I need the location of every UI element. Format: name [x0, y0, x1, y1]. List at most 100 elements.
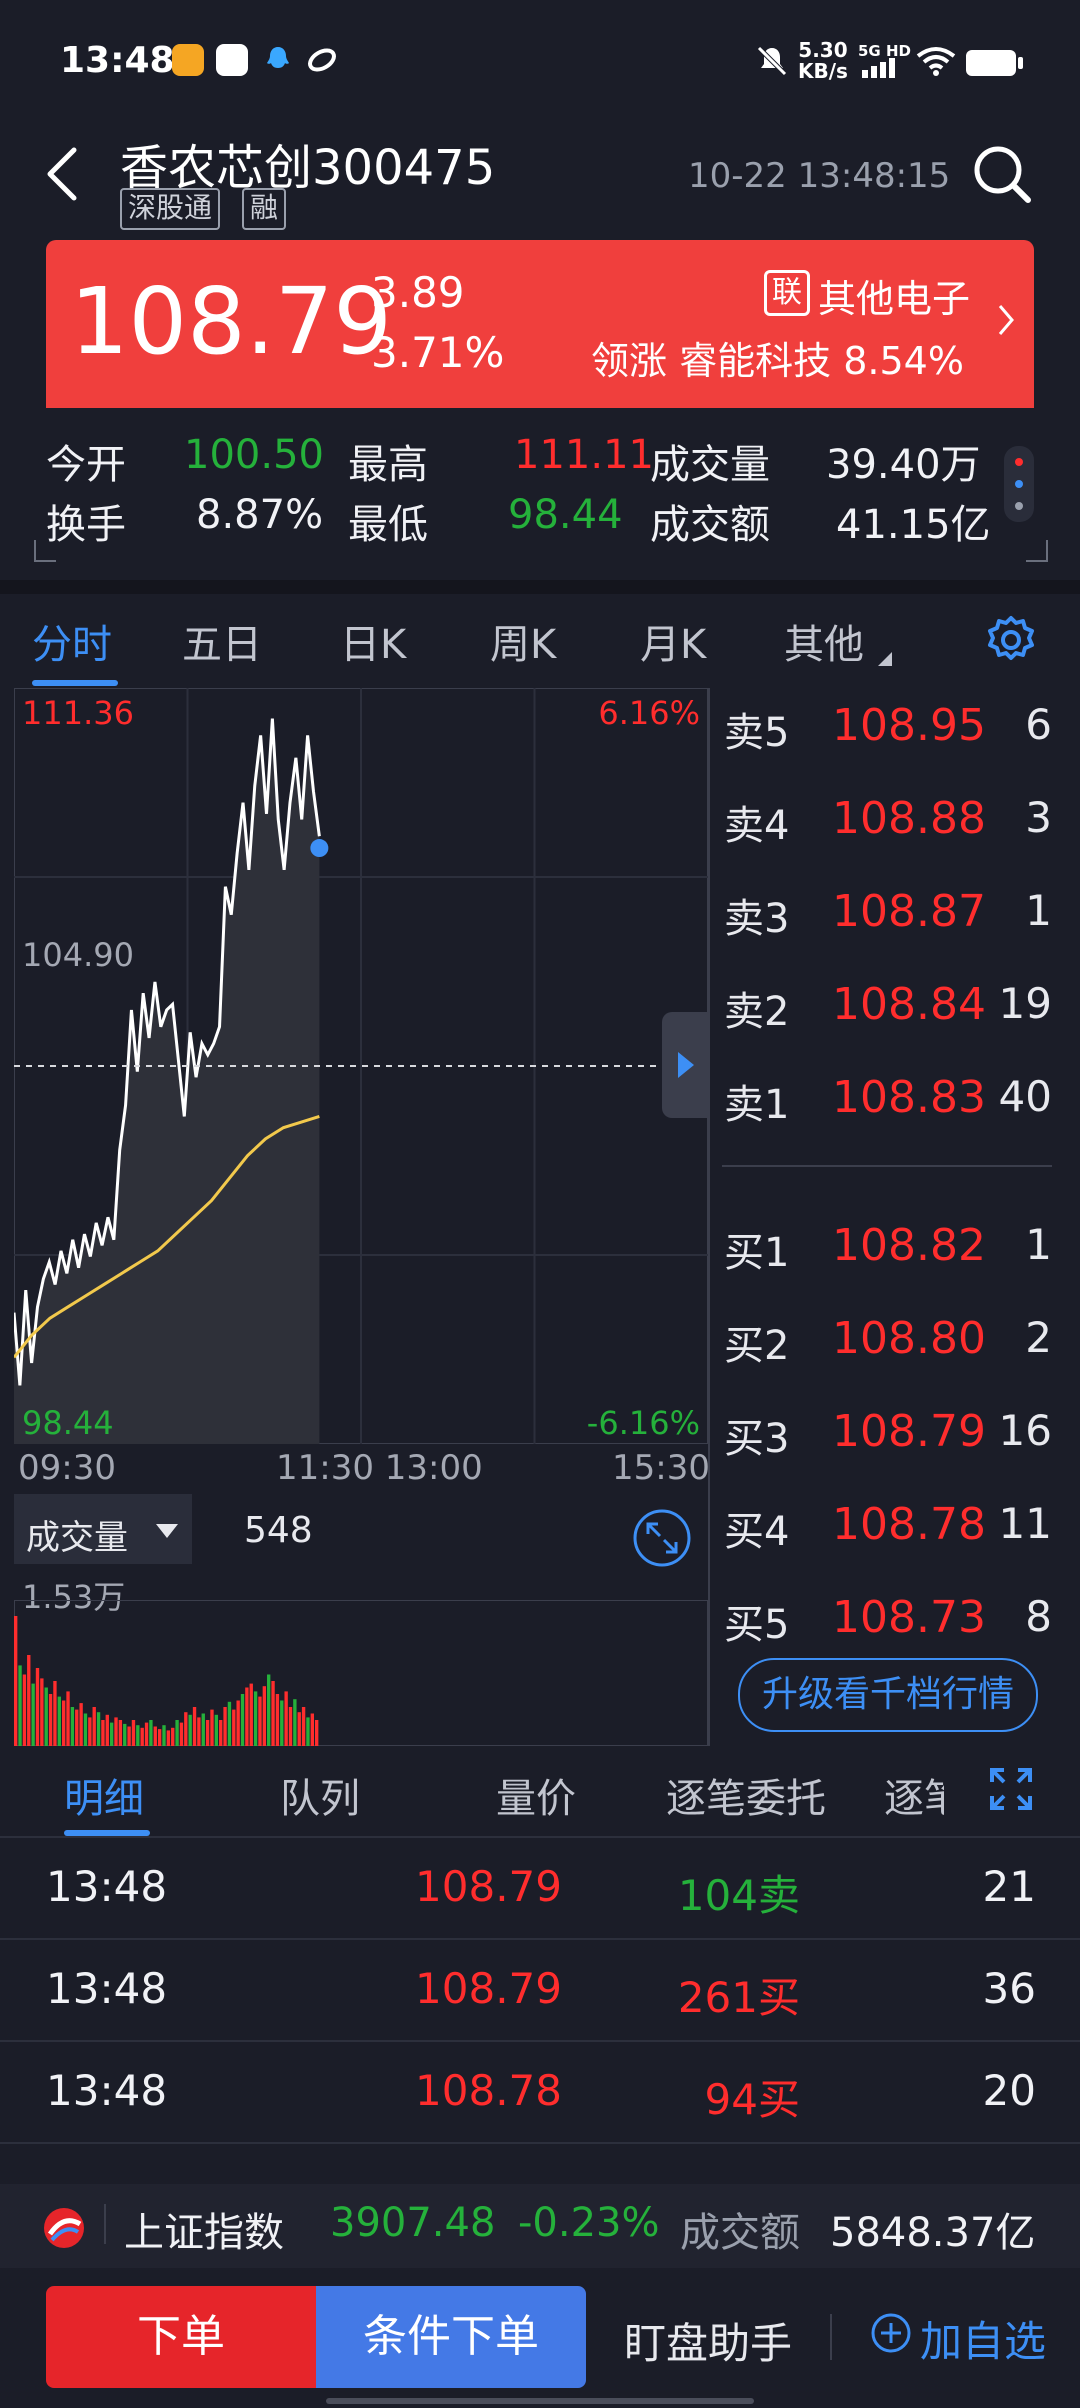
volume-bar [184, 1712, 188, 1746]
volume-bar [188, 1714, 192, 1746]
volume-bar [179, 1722, 184, 1746]
status-bar: 13:48 5.30 KB/s 5G HD [0, 0, 1080, 120]
tab-five-day[interactable]: 五日 [182, 612, 262, 670]
last-price-dot [310, 839, 329, 858]
ask-4-qty: 19 [998, 979, 1052, 1028]
volume-bar [136, 1725, 140, 1746]
open-value: 100.50 [184, 432, 324, 478]
ask-3-price[interactable]: 108.87 [832, 886, 986, 937]
volume-bar [197, 1717, 201, 1746]
volume-bar [157, 1729, 162, 1746]
plus-circle-icon[interactable] [870, 2312, 912, 2358]
intraday-chart[interactable]: 111.36 104.90 98.44 6.16% -6.16% [14, 688, 708, 1444]
action-bar-divider [830, 2314, 832, 2360]
corner-mark-left [34, 540, 56, 562]
tab-intraday[interactable]: 分时 [32, 612, 112, 670]
low-value: 98.44 [508, 492, 623, 538]
tab-trade-by-trade[interactable]: 逐笔 [884, 1766, 944, 1824]
trade-amount: 94买 [704, 2075, 800, 2124]
bid-4-price[interactable]: 108.78 [832, 1499, 986, 1550]
conditional-order-button[interactable]: 条件下单 [316, 2286, 586, 2388]
status-time: 13:48 [60, 40, 175, 81]
battery-tip [1018, 57, 1023, 69]
tab-active-indicator [32, 680, 118, 686]
volume-bar [118, 1720, 123, 1746]
high-label: 最高 [348, 442, 428, 488]
volume-bar [109, 1722, 114, 1746]
trade-price: 108.79 [415, 1862, 562, 1911]
volume-bar [314, 1720, 319, 1746]
volume-bar [205, 1720, 210, 1746]
trade-count: 21 [982, 1862, 1036, 1911]
volume-chart [14, 1600, 708, 1746]
search-icon[interactable] [970, 142, 1034, 206]
trade-price: 108.78 [415, 2066, 562, 2115]
more-stats-icon[interactable] [1004, 446, 1034, 522]
bid-2-price[interactable]: 108.80 [832, 1313, 986, 1364]
qq-icon [262, 44, 294, 76]
add-watchlist-button[interactable]: 加自选 [920, 2308, 1046, 2369]
low-label: 最低 [348, 502, 428, 548]
ask-5-price[interactable]: 108.83 [832, 1072, 986, 1123]
fullscreen-icon[interactable] [988, 1766, 1034, 1812]
volume-bar [114, 1717, 118, 1746]
bid-3-label: 买3 [724, 1416, 790, 1462]
trade-time: 13:48 [46, 2066, 168, 2115]
volume-bar [280, 1700, 284, 1746]
volume-bar [175, 1720, 179, 1746]
bid-2-qty: 2 [1025, 1313, 1052, 1362]
amount-value: 41.15亿 [836, 502, 991, 548]
home-indicator [326, 2398, 754, 2404]
volume-bar [79, 1703, 83, 1746]
bid-3-price[interactable]: 108.79 [832, 1406, 986, 1457]
volume-indicator-label: 成交量 [26, 1518, 128, 1558]
sector-leader[interactable]: 领涨 睿能科技 8.54% [591, 330, 964, 385]
turnover-label: 换手 [46, 502, 126, 548]
sector-name[interactable]: 其他电子 [818, 268, 970, 323]
bid-5-price[interactable]: 108.73 [832, 1592, 986, 1643]
row-divider [0, 1836, 1080, 1838]
leader-name: 睿能科技 [679, 339, 832, 383]
ask-2-qty: 3 [1025, 793, 1052, 842]
expand-icon[interactable] [632, 1508, 692, 1568]
y-axis-mid: 104.90 [22, 936, 134, 974]
y-axis-top: 111.36 [22, 694, 134, 732]
volume-bar [210, 1709, 214, 1746]
back-button[interactable] [42, 144, 82, 204]
bid-5-qty: 8 [1025, 1592, 1052, 1641]
tab-trade-detail[interactable]: 明细 [64, 1766, 144, 1824]
volume-bar [18, 1665, 22, 1746]
volume-bar [201, 1713, 205, 1746]
tab-queue[interactable]: 队列 [280, 1766, 360, 1824]
place-order-button[interactable]: 下单 [46, 2286, 316, 2388]
gear-icon[interactable] [985, 614, 1037, 666]
trade-count: 20 [982, 2066, 1036, 2115]
app-logo-icon [216, 44, 248, 76]
section-divider [0, 580, 1080, 594]
tab-order-by-order[interactable]: 逐笔委托 [666, 1766, 826, 1824]
volume-bar [53, 1681, 57, 1746]
chevron-right-icon[interactable] [994, 300, 1018, 340]
upgrade-depth-button[interactable]: 升级看千档行情 [738, 1658, 1038, 1732]
ask-1-qty: 6 [1025, 700, 1052, 749]
volume-bar [214, 1714, 219, 1746]
volume-bar [249, 1683, 253, 1746]
bid-1-price[interactable]: 108.82 [832, 1220, 986, 1271]
volume-bar [310, 1713, 314, 1746]
watch-assistant-button[interactable]: 盯盘助手 [624, 2310, 792, 2371]
chart-side-handle[interactable] [662, 1012, 708, 1118]
tab-weekly-k[interactable]: 周K [490, 612, 556, 670]
ask-3-label: 卖3 [724, 896, 790, 942]
index-change-pct: -0.23% [518, 2200, 660, 2246]
tab-monthly-k[interactable]: 月K [640, 612, 706, 670]
tab-other[interactable]: 其他 [784, 612, 864, 670]
ask-1-price[interactable]: 108.95 [832, 700, 986, 751]
tab-daily-k[interactable]: 日K [340, 612, 406, 670]
tag-connect: 深股通 [120, 188, 221, 230]
ask-2-price[interactable]: 108.88 [832, 793, 986, 844]
tab-volume-price[interactable]: 量价 [496, 1766, 576, 1824]
volume-bar [166, 1730, 171, 1746]
ask-3-qty: 1 [1025, 886, 1052, 935]
ask-4-price[interactable]: 108.84 [832, 979, 986, 1030]
volume-bar [22, 1674, 27, 1746]
